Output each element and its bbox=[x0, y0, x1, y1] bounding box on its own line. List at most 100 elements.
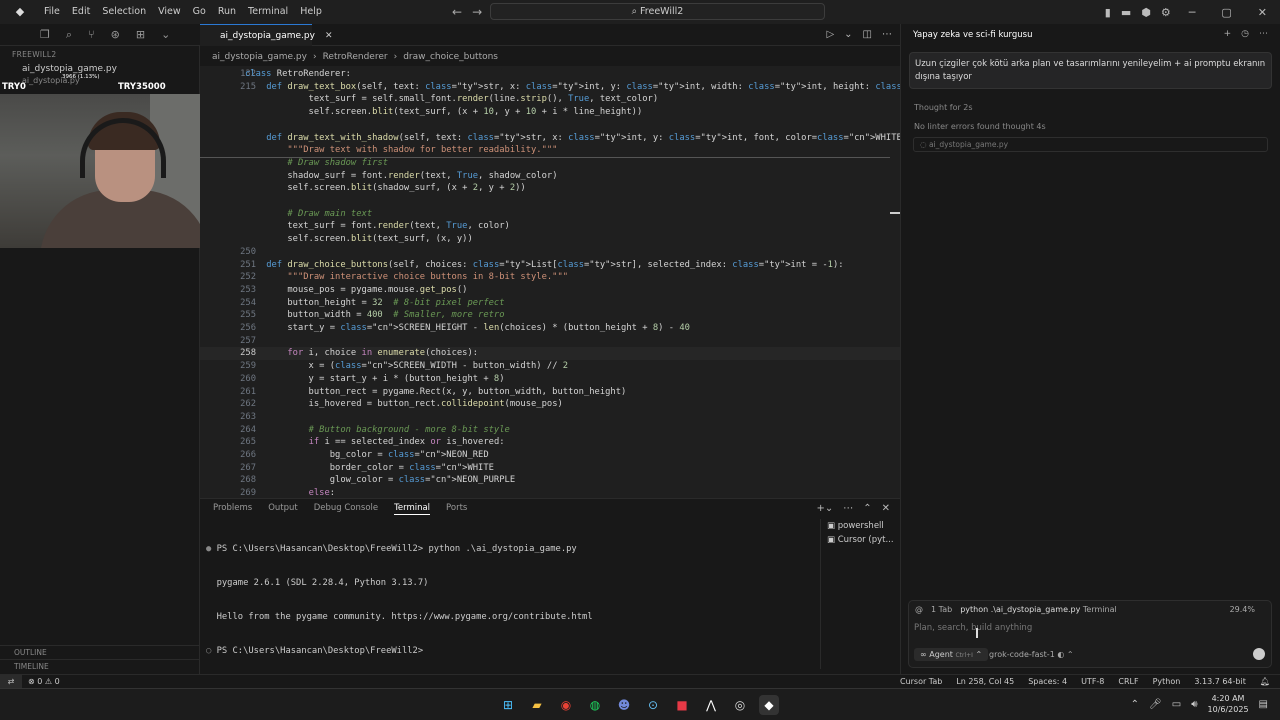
code-line[interactable]: 132 class RetroRenderer: bbox=[200, 68, 900, 81]
maximize-button[interactable]: ▢ bbox=[1208, 6, 1244, 19]
code-line[interactable]: 262 is_hovered = button_rect.collidepoin… bbox=[200, 398, 900, 411]
tab-ai-dystopia-game[interactable]: ai_dystopia_game.py ✕ bbox=[200, 24, 333, 46]
stream-app-icon[interactable]: ⋀ bbox=[701, 695, 721, 715]
code-line[interactable] bbox=[200, 195, 900, 208]
code-line[interactable]: 254 button_height = 32 # 8-bit pixel per… bbox=[200, 297, 900, 310]
remote-icon[interactable]: ⇄ bbox=[0, 675, 22, 688]
spotify-icon[interactable]: ◍ bbox=[585, 695, 605, 715]
code-line[interactable] bbox=[200, 119, 900, 132]
command-search-box[interactable]: ⌕ FreeWill2 bbox=[490, 3, 825, 20]
code-line[interactable]: 266 bg_color = class="cn">NEON_RED bbox=[200, 449, 900, 462]
split-editor-icon[interactable]: ◫ bbox=[863, 24, 872, 46]
terminal-item-powershell[interactable]: ▣ powershell bbox=[821, 519, 900, 533]
code-line[interactable]: 263 bbox=[200, 411, 900, 424]
mention-icon[interactable]: @ bbox=[915, 605, 923, 614]
status-eol[interactable]: CRLF bbox=[1118, 675, 1138, 688]
volume-icon[interactable]: 🔊︎ bbox=[1191, 699, 1197, 710]
menu-selection[interactable]: Selection bbox=[96, 0, 152, 24]
model-selector[interactable]: grok-code-fast-1 ◐ ⌃ bbox=[989, 650, 1074, 659]
extensions-icon[interactable]: ⊞ bbox=[136, 28, 145, 41]
search-sidebar-icon[interactable]: ⌕ bbox=[66, 28, 72, 42]
settings-gear-icon[interactable]: ⚙ bbox=[1156, 6, 1176, 19]
cursor-app-icon[interactable]: ◆ bbox=[759, 695, 779, 715]
terminal-output[interactable]: ● PS C:\Users\Hasancan\Desktop\FreeWill2… bbox=[206, 521, 816, 681]
code-line[interactable]: text_surf = self.small_font.render(line.… bbox=[200, 93, 900, 106]
notifications-bell-icon[interactable]: 🔔︎ bbox=[1260, 675, 1270, 688]
breadcrumb-class[interactable]: RetroRenderer bbox=[323, 52, 388, 62]
steam-icon[interactable]: ⊙ bbox=[643, 695, 663, 715]
toggle-sidebar-icon[interactable]: ▮ bbox=[1100, 6, 1116, 19]
status-language[interactable]: Python bbox=[1153, 675, 1181, 688]
menu-terminal[interactable]: Terminal bbox=[242, 0, 294, 24]
code-line[interactable]: 259 x = (class="cn">SCREEN_WIDTH - butto… bbox=[200, 360, 900, 373]
back-arrow-icon[interactable]: ← bbox=[452, 0, 462, 24]
shield-icon[interactable]: ⬢ bbox=[1136, 6, 1156, 19]
scrollbar-marker[interactable] bbox=[890, 212, 900, 214]
code-line[interactable]: 260 y = start_y + i * (button_height + 8… bbox=[200, 373, 900, 386]
new-terminal-icon[interactable]: +⌄ bbox=[816, 503, 833, 514]
breadcrumb-file[interactable]: ai_dystopia_game.py bbox=[212, 52, 307, 62]
code-line[interactable]: 251 def draw_choice_buttons(self, choice… bbox=[200, 259, 900, 272]
status-encoding[interactable]: UTF-8 bbox=[1081, 675, 1104, 688]
status-position[interactable]: Ln 258, Col 45 bbox=[956, 675, 1014, 688]
tab-debug-console[interactable]: Debug Console bbox=[314, 503, 378, 515]
code-line[interactable]: 256 start_y = class="cn">SCREEN_HEIGHT -… bbox=[200, 322, 900, 335]
menu-view[interactable]: View bbox=[152, 0, 187, 24]
tab-terminal[interactable]: Terminal bbox=[394, 503, 431, 515]
status-spaces[interactable]: Spaces: 4 bbox=[1028, 675, 1067, 688]
microphone-icon[interactable]: 🎤︎ bbox=[1149, 699, 1162, 710]
user-message[interactable]: Uzun çizgiler çok kötü arka plan ve tasa… bbox=[909, 52, 1272, 89]
forward-arrow-icon[interactable]: → bbox=[472, 0, 482, 24]
recorder-icon[interactable]: ■ bbox=[672, 695, 692, 715]
close-window-button[interactable]: ✕ bbox=[1245, 6, 1280, 19]
code-line[interactable]: 252 """Draw interactive choice buttons i… bbox=[200, 271, 900, 284]
close-panel-icon[interactable]: ✕ bbox=[882, 503, 890, 514]
status-interpreter[interactable]: 3.13.7 64-bit bbox=[1194, 675, 1246, 688]
run-icon[interactable]: ▷ bbox=[826, 24, 834, 46]
problems-count[interactable]: ⊗ 0 ⚠ 0 bbox=[28, 675, 60, 688]
tray-chevron-icon[interactable]: ⌃ bbox=[1131, 699, 1139, 710]
timeline-section[interactable]: TIMELINE bbox=[0, 659, 200, 673]
code-line[interactable]: def draw_text_with_shadow(self, text: cl… bbox=[200, 132, 900, 145]
toggle-panel-icon[interactable]: ▬ bbox=[1116, 6, 1136, 19]
code-line[interactable]: 268 glow_color = class="cn">NEON_PURPLE bbox=[200, 474, 900, 487]
code-line[interactable]: 267 border_color = class="cn">WHITE bbox=[200, 462, 900, 475]
tab-ports[interactable]: Ports bbox=[446, 503, 467, 515]
code-line[interactable]: self.screen.blit(text_surf, (x, y)) bbox=[200, 233, 900, 246]
menu-edit[interactable]: Edit bbox=[66, 0, 96, 24]
minimize-button[interactable]: ─ bbox=[1176, 6, 1209, 19]
code-line[interactable]: 265 if i == selected_index or is_hovered… bbox=[200, 436, 900, 449]
chrome-icon[interactable]: ◉ bbox=[556, 695, 576, 715]
code-line[interactable]: """Draw text with shadow for better read… bbox=[200, 144, 900, 157]
chat-input-box[interactable]: @ 1 Tab python .\ai_dystopia_game.py Ter… bbox=[908, 600, 1272, 668]
code-line[interactable]: shadow_surf = font.render(text, True, sh… bbox=[200, 170, 900, 183]
outline-section[interactable]: OUTLINE bbox=[0, 645, 200, 659]
menu-go[interactable]: Go bbox=[187, 0, 212, 24]
debug-icon[interactable]: ⊛ bbox=[111, 28, 120, 41]
windows-start-icon[interactable]: ⊞ bbox=[498, 695, 518, 715]
clock[interactable]: 4:20 AM 10/6/2025 bbox=[1208, 693, 1249, 715]
stop-button[interactable] bbox=[1253, 648, 1265, 660]
code-line[interactable]: self.screen.blit(shadow_surf, (x + 2, y … bbox=[200, 182, 900, 195]
files-icon[interactable]: ❐ bbox=[40, 28, 50, 41]
more-actions-icon[interactable]: ⋯ bbox=[843, 503, 853, 514]
code-line[interactable]: 258 for i, choice in enumerate(choices): bbox=[200, 347, 900, 361]
code-line[interactable]: 253 mouse_pos = pygame.mouse.get_pos() bbox=[200, 284, 900, 297]
more-actions-icon[interactable]: ⋯ bbox=[1259, 29, 1268, 39]
terminal-item-cursor[interactable]: ▣ Cursor (pyt... bbox=[821, 533, 900, 547]
code-line[interactable]: # Draw shadow first bbox=[200, 157, 900, 170]
code-line[interactable]: 269 else: bbox=[200, 487, 900, 498]
code-line[interactable]: # Draw main text bbox=[200, 208, 900, 221]
discord-icon[interactable]: ☻ bbox=[614, 695, 634, 715]
file-reference[interactable]: ◌ ai_dystopia_game.py bbox=[913, 137, 1268, 152]
code-line[interactable]: 264 # Button background - more 8-bit sty… bbox=[200, 424, 900, 437]
tab-problems[interactable]: Problems bbox=[213, 503, 252, 515]
code-line[interactable]: 255 button_width = 400 # Smaller, more r… bbox=[200, 309, 900, 322]
tab-output[interactable]: Output bbox=[268, 503, 298, 515]
breadcrumb-method[interactable]: draw_choice_buttons bbox=[403, 52, 498, 62]
explorer-file-row[interactable]: ai_dystopia_game.py bbox=[22, 64, 117, 74]
history-icon[interactable]: ◷ bbox=[1241, 29, 1249, 39]
code-line[interactable]: 215 def draw_text_box(self, text: class=… bbox=[200, 81, 900, 94]
close-tab-icon[interactable]: ✕ bbox=[325, 31, 333, 41]
chevron-down-icon[interactable]: ⌄ bbox=[844, 24, 852, 46]
